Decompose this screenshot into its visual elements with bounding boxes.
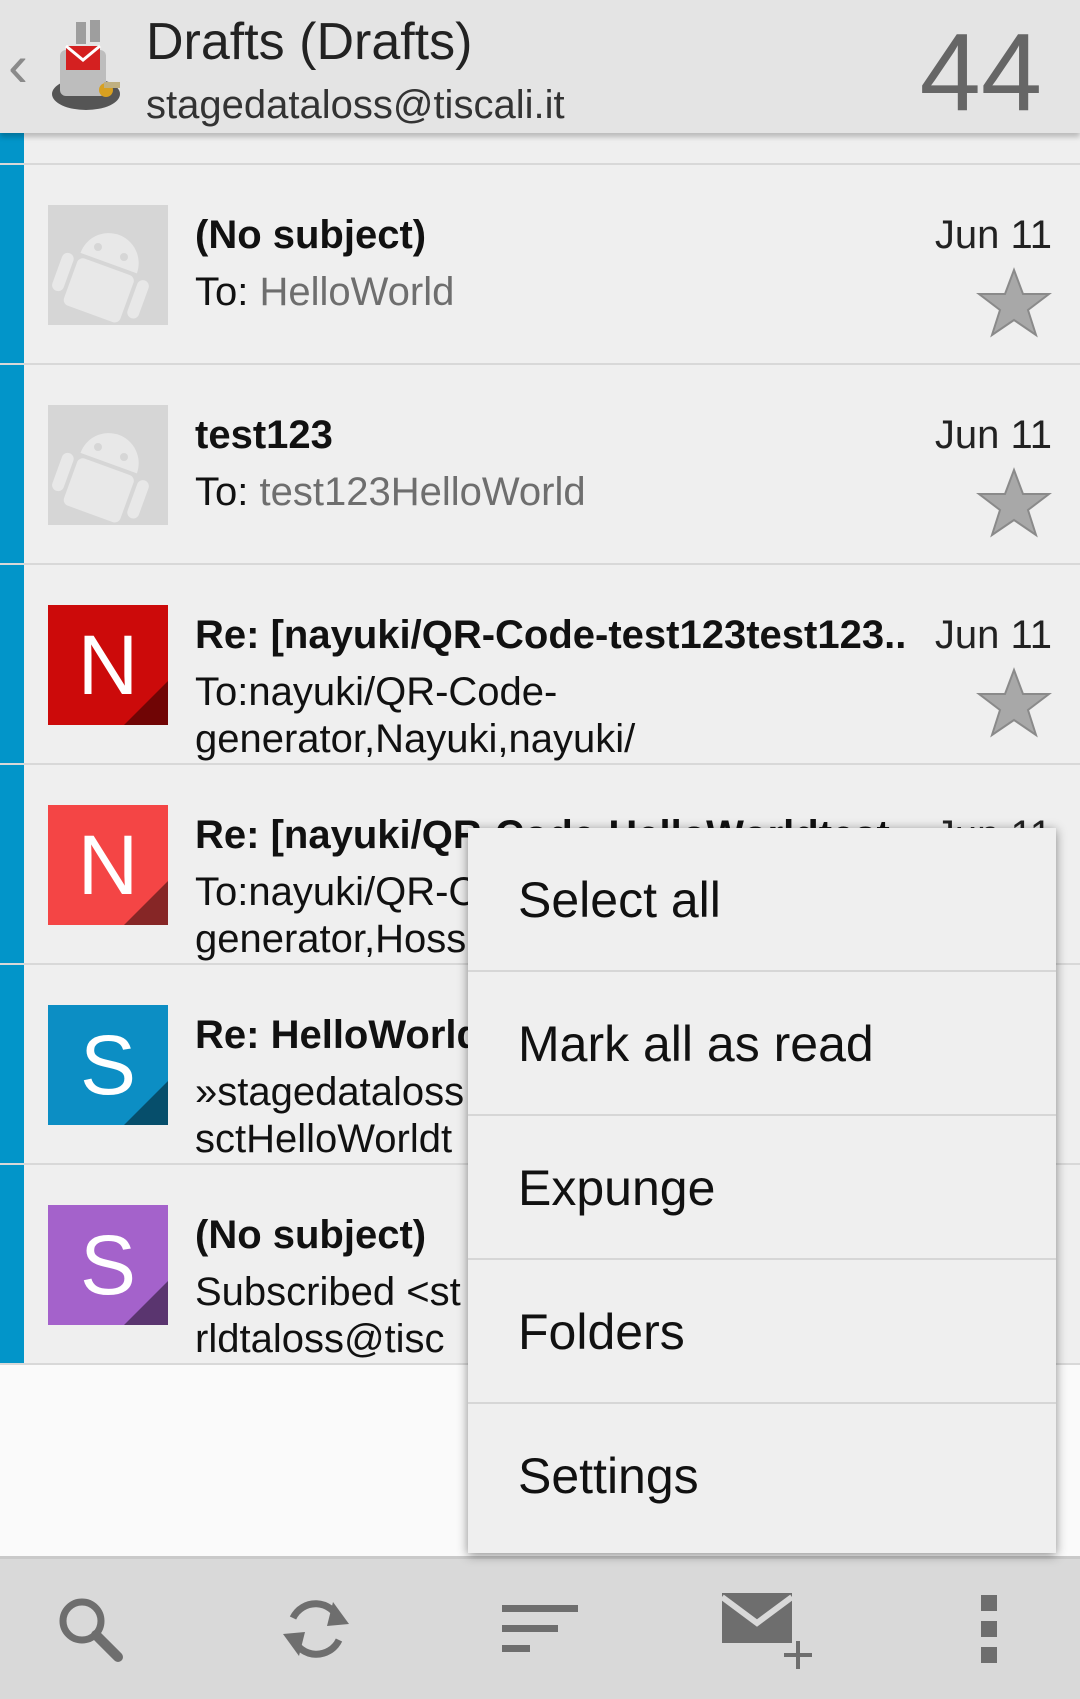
folder-title: Drafts (Drafts) — [146, 13, 473, 71]
action-bar: ‹ Drafts (Drafts) stagedataloss@tiscali.… — [0, 0, 1080, 133]
recipient-label: To: — [195, 470, 260, 514]
message-date: Jun 11 — [928, 611, 1052, 659]
message-date: Jun 11 — [928, 411, 1052, 459]
message-recipient: To: HelloWorld — [195, 269, 935, 316]
list-item[interactable]: (No subject) To: HelloWorld Jun 11 — [0, 165, 1080, 365]
account-color-bar — [0, 965, 24, 1163]
menu-item-expunge[interactable]: Expunge — [468, 1116, 1056, 1260]
account-color-bar — [0, 165, 24, 363]
unread-count: 44 — [919, 11, 1042, 134]
menu-item-folders[interactable]: Folders — [468, 1260, 1056, 1404]
sort-icon — [502, 1605, 578, 1652]
menu-item-mark-all-read[interactable]: Mark all as read — [468, 972, 1056, 1116]
refresh-icon — [283, 1600, 349, 1658]
app-logo-icon[interactable] — [46, 16, 126, 116]
recipient-label: Subscribed <st rldtaloss@tisc — [195, 1270, 461, 1361]
compose-icon — [720, 1593, 812, 1669]
recipient-label: To: — [195, 270, 260, 314]
search-icon — [59, 1598, 123, 1662]
avatar-fold — [124, 881, 168, 925]
overflow-menu: Select all Mark all as read Expunge Fold… — [468, 828, 1056, 1553]
list-item-partial[interactable] — [0, 133, 1080, 165]
message-subject: Re: [nayuki/QR-Code-test123test123.. — [195, 613, 907, 657]
contact-avatar[interactable]: N — [48, 805, 168, 925]
android-placeholder-icon — [48, 205, 168, 325]
message-recipient: To: test123HelloWorld — [195, 469, 935, 516]
star-icon[interactable] — [976, 667, 1052, 739]
search-button[interactable] — [30, 1559, 150, 1699]
message-recipient: Subscribed <st rldtaloss@tisc — [195, 1269, 495, 1363]
contact-avatar[interactable]: N — [48, 605, 168, 725]
message-subject: (No subject) — [195, 213, 427, 257]
recipient-label: »stagedataloss sctHelloWorldt — [195, 1070, 465, 1161]
account-color-bar — [0, 133, 24, 163]
avatar-fold — [124, 681, 168, 725]
avatar-fold — [124, 1081, 168, 1125]
sort-button[interactable] — [480, 1559, 600, 1699]
overflow-button[interactable] — [930, 1559, 1050, 1699]
list-item[interactable]: test123 To: test123HelloWorld Jun 11 — [0, 365, 1080, 565]
message-date: Jun 11 — [928, 211, 1052, 259]
contact-avatar[interactable]: S — [48, 1005, 168, 1125]
recipient-value: HelloWorld — [259, 270, 455, 314]
avatar-fold — [124, 1281, 168, 1325]
message-subject: test123 — [195, 413, 333, 457]
message-recipient: To:nayuki/QR-Code-generator,Nayuki,nayuk… — [195, 669, 755, 763]
account-color-bar — [0, 365, 24, 563]
message-recipient: »stagedataloss sctHelloWorldt — [195, 1069, 495, 1163]
menu-item-select-all[interactable]: Select all — [468, 828, 1056, 972]
contact-avatar[interactable] — [48, 205, 168, 325]
compose-button[interactable] — [706, 1559, 826, 1699]
bottom-toolbar — [0, 1556, 1080, 1699]
star-icon[interactable] — [976, 467, 1052, 539]
recipient-label: To:nayuki/QR-Code-generator,Nayuki,nayuk… — [195, 670, 636, 761]
account-color-bar — [0, 765, 24, 963]
contact-avatar[interactable] — [48, 405, 168, 525]
recipient-value: test123HelloWorld — [259, 470, 586, 514]
menu-item-settings[interactable]: Settings — [468, 1404, 1056, 1548]
back-chevron-icon[interactable]: ‹ — [8, 36, 28, 96]
overflow-menu-icon — [981, 1595, 997, 1663]
account-color-bar — [0, 565, 24, 763]
refresh-button[interactable] — [256, 1559, 376, 1699]
star-icon[interactable] — [976, 267, 1052, 339]
account-color-bar — [0, 1165, 24, 1363]
list-item[interactable]: N Re: [nayuki/QR-Code-test123test123.. T… — [0, 565, 1080, 765]
contact-avatar[interactable]: S — [48, 1205, 168, 1325]
android-placeholder-icon — [48, 405, 168, 525]
account-email: stagedataloss@tiscali.it — [146, 83, 565, 127]
